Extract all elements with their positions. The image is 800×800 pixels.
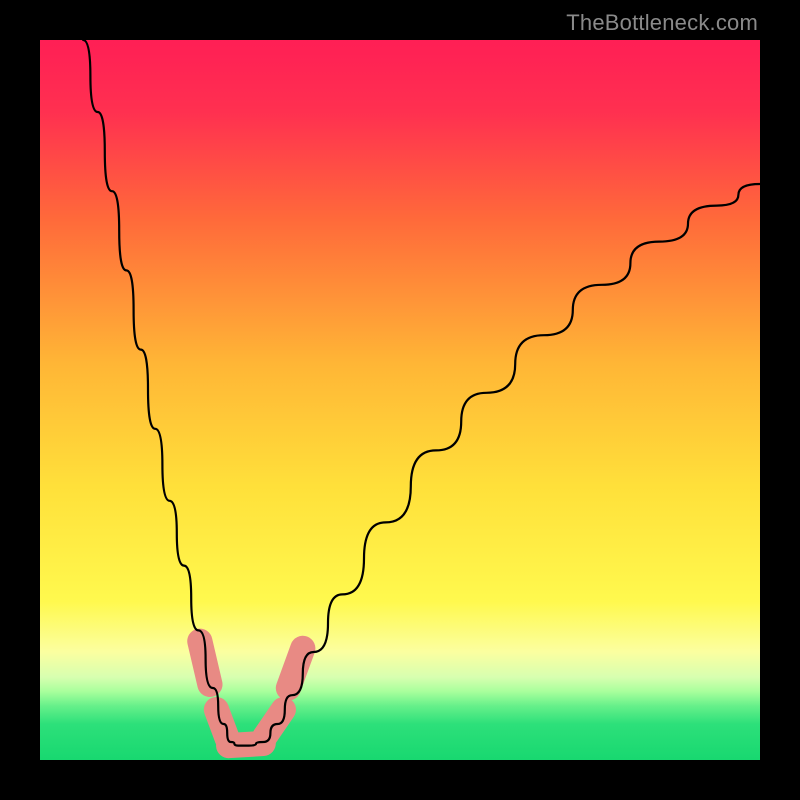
bottleneck-curve — [83, 40, 760, 746]
highlight-segments — [200, 641, 303, 745]
watermark-text: TheBottleneck.com — [566, 10, 758, 36]
chart-frame: TheBottleneck.com — [0, 0, 800, 800]
plot-area — [40, 40, 760, 760]
highlight-segment — [288, 648, 302, 688]
curve-layer — [40, 40, 760, 760]
